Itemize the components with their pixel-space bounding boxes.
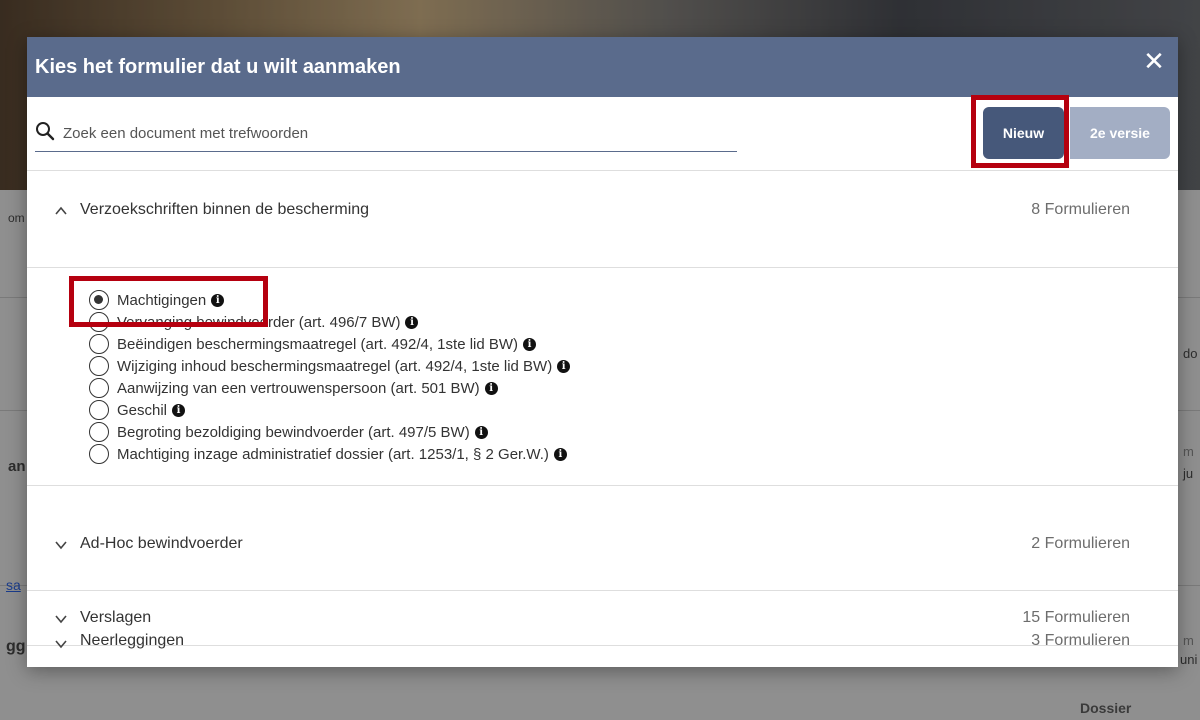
form-picker-modal: Kies het formulier dat u wilt aanmaken ✕… [27,37,1178,667]
background-text: Dossier [1080,700,1132,716]
background-text: m [1183,444,1194,459]
info-icon[interactable]: i [484,381,498,395]
radio-button[interactable] [89,422,109,442]
radio-button[interactable] [89,400,109,420]
modal-title: Kies het formulier dat u wilt aanmaken [35,56,401,78]
form-option[interactable]: Wijziging inhoud beschermingsmaatregel (… [89,355,571,377]
info-icon[interactable]: i [523,337,537,351]
section-count: 8 Formulieren [1031,201,1130,218]
radio-button[interactable] [89,444,109,464]
section-header-neerleggingen-row[interactable]: Neerleggingen 3 Formulieren [27,632,1178,667]
section-header-verzoekschriften[interactable]: Verzoekschriften binnen de bescherming 8… [27,187,1178,239]
divider [27,170,1178,171]
chevron-down-icon [55,541,67,550]
info-icon[interactable]: i [557,359,571,373]
radio-button[interactable] [89,378,109,398]
radio-button[interactable] [89,334,109,354]
section-title: Verzoekschriften binnen de bescherming [80,201,370,218]
divider [27,590,1178,591]
info-icon[interactable]: i [474,425,488,439]
form-option-label: Wijziging inhoud beschermingsmaatregel (… [117,357,553,375]
form-option[interactable]: Begroting bezoldiging bewindvoerder (art… [89,421,570,443]
radio-button[interactable] [89,356,109,376]
section-count: 2 Formulieren [1031,535,1130,552]
form-option[interactable]: Beëindigen beschermingsmaatregel (art. 4… [89,333,570,355]
search-bar [35,117,737,152]
modal-header: Kies het formulier dat u wilt aanmaken ✕ [27,37,1178,97]
background-text: an [8,458,26,475]
divider [27,267,1178,268]
form-option[interactable]: Aanwijzing van een vertrouwenspersoon (a… [89,377,570,399]
background-text: ju [1183,466,1194,481]
search-input[interactable] [61,119,735,147]
section-count: 3 Formulieren [1031,632,1130,649]
background-text: do [1183,346,1198,361]
section-header-ad-hoc[interactable]: Ad-Hoc bewindvoerder 2 Formulieren [27,521,1178,573]
form-option[interactable]: Machtiging inzage administratief dossier… [89,443,570,465]
form-option[interactable]: Geschil i [89,399,570,421]
search-icon [36,122,55,141]
info-icon[interactable]: i [553,447,567,461]
background-link: sa [6,577,21,593]
background-text: uni [1180,652,1198,667]
background-text: gg [6,638,26,655]
highlight-selected-form [69,276,268,327]
divider [27,485,1178,486]
background-text: om [8,211,25,225]
info-icon[interactable]: i [172,403,186,417]
form-option-label: Geschil [117,401,168,419]
second-version-button[interactable]: 2e versie [1070,107,1170,159]
chevron-up-icon [55,206,67,215]
highlight-new-button [971,95,1069,168]
close-icon: ✕ [1143,46,1165,76]
background-text: m [1183,633,1194,648]
chevron-down-icon [55,640,67,649]
info-icon[interactable]: i [405,315,419,329]
form-option-label: Beëindigen beschermingsmaatregel (art. 4… [117,335,519,353]
section-title: Neerleggingen [80,632,185,649]
form-option-label: Machtiging inzage administratief dossier… [117,445,549,463]
close-button[interactable]: ✕ [1140,47,1168,75]
section-title: Ad-Hoc bewindvoerder [80,535,243,552]
form-option-label: Begroting bezoldiging bewindvoerder (art… [117,423,470,441]
form-option-label: Aanwijzing van een vertrouwenspersoon (a… [117,379,480,397]
